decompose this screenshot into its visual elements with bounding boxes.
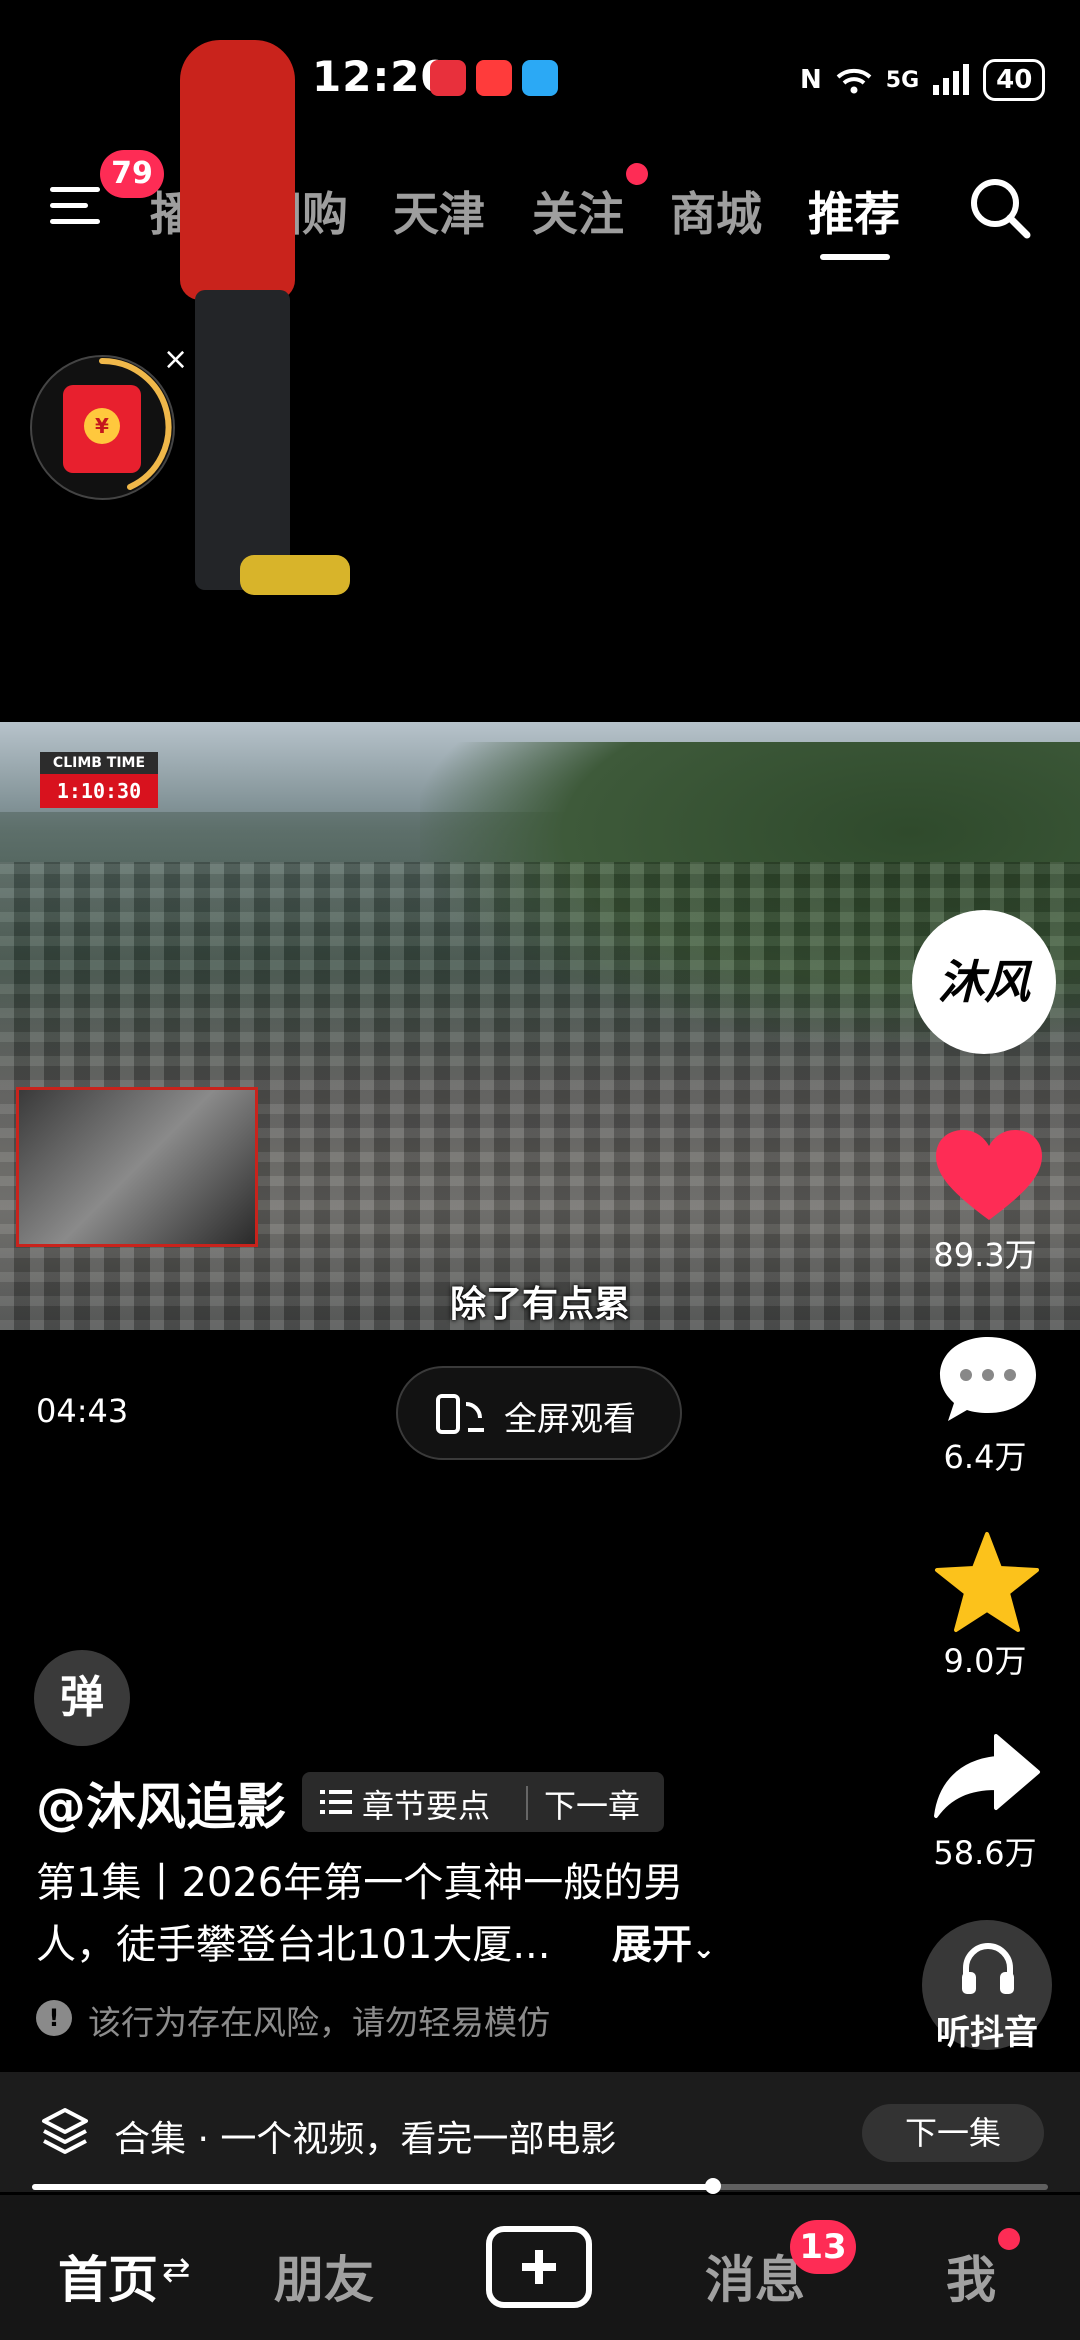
coin-icon: ¥ bbox=[84, 408, 120, 444]
climb-timer-value: 1:10:30 bbox=[40, 774, 158, 808]
notification-dot bbox=[626, 163, 648, 185]
chapter-divider bbox=[526, 1786, 528, 1820]
nav-friends[interactable]: 朋友 bbox=[274, 2240, 374, 2312]
tab-mall[interactable]: 商城 bbox=[670, 178, 762, 244]
share-count: 58.6万 bbox=[933, 1834, 1037, 1872]
listen-label: 听抖音 bbox=[936, 2013, 1038, 2053]
battery-indicator: 40 bbox=[983, 59, 1046, 101]
nav-home[interactable]: 首页 bbox=[58, 2240, 158, 2312]
menu-icon[interactable] bbox=[50, 183, 104, 227]
signal-icon bbox=[933, 64, 970, 95]
notification-dot bbox=[998, 2228, 1020, 2250]
rotate-screen-icon bbox=[436, 1394, 484, 1434]
network-type: 5G bbox=[885, 67, 920, 93]
author-avatar[interactable]: 沐风 bbox=[912, 910, 1056, 1054]
next-chapter-link[interactable]: 下一章 bbox=[544, 1781, 640, 1827]
share-arrow-icon[interactable] bbox=[932, 1732, 1042, 1820]
video-progress-fill bbox=[32, 2184, 713, 2190]
fullscreen-label: 全屏观看 bbox=[504, 1399, 636, 1438]
picture-in-picture-inset bbox=[16, 1087, 258, 1247]
climber-figure bbox=[180, 40, 295, 300]
chapter-summary-link[interactable]: 章节要点 bbox=[362, 1781, 490, 1827]
chevron-down-icon: ⌄ bbox=[692, 1932, 716, 1965]
search-icon[interactable] bbox=[965, 173, 1035, 243]
app-notification-icon bbox=[430, 60, 466, 96]
climb-timer-label: CLIMB TIME bbox=[40, 752, 158, 774]
climber-legs bbox=[195, 290, 290, 590]
warning-icon: ! bbox=[36, 2000, 72, 2036]
video-description-line2: 人，徒手攀登台北101大厦... bbox=[36, 1922, 551, 1968]
collection-layers-icon bbox=[42, 2108, 88, 2154]
swap-icon[interactable]: ⇄ bbox=[162, 2250, 191, 2290]
messages-badge: 13 bbox=[790, 2220, 856, 2274]
headphones-icon bbox=[962, 1943, 1014, 1994]
tab-city[interactable]: 天津 bbox=[393, 178, 485, 244]
collection-title: 合集 · 一个视频，看完一部电影 bbox=[114, 2119, 617, 2160]
video-description-line1: 第1集丨2026年第一个真神一般的男 bbox=[36, 1860, 684, 1906]
app-notification-icon bbox=[522, 60, 558, 96]
nav-me[interactable]: 我 bbox=[946, 2240, 996, 2312]
wifi-icon bbox=[836, 68, 872, 94]
expand-description-button[interactable]: 展开⌄ bbox=[612, 1912, 715, 1970]
author-name[interactable]: @沐风追影 bbox=[36, 1767, 286, 1839]
close-icon[interactable]: × bbox=[163, 342, 188, 377]
favorite-count: 9.0万 bbox=[943, 1642, 1027, 1680]
create-post-button[interactable] bbox=[486, 2226, 592, 2308]
chapter-list-icon bbox=[320, 1790, 352, 1814]
risk-warning: 该行为存在风险，请勿轻易模仿 bbox=[88, 2003, 550, 2042]
active-tab-indicator bbox=[820, 254, 890, 260]
like-heart-icon[interactable] bbox=[934, 1128, 1044, 1224]
favorite-star-icon[interactable] bbox=[932, 1530, 1042, 1634]
like-count: 89.3万 bbox=[933, 1236, 1037, 1274]
next-episode-button[interactable]: 下一集 bbox=[862, 2104, 1044, 2162]
expand-label: 展开 bbox=[612, 1922, 692, 1968]
tab-following[interactable]: 关注 bbox=[532, 178, 624, 244]
video-subtitle: 除了有点累 bbox=[449, 1284, 630, 1325]
nfc-icon: N bbox=[800, 65, 822, 95]
tab-recommend[interactable]: 推荐 bbox=[808, 178, 900, 244]
climber-shoes bbox=[240, 555, 350, 595]
comment-count: 6.4万 bbox=[943, 1438, 1027, 1476]
danmu-toggle-button[interactable]: 弹 bbox=[34, 1650, 130, 1746]
app-notification-icon bbox=[476, 60, 512, 96]
system-indicators: N 5G 40 bbox=[800, 56, 1046, 104]
plus-icon bbox=[522, 2250, 556, 2284]
video-duration: 04:43 bbox=[36, 1392, 129, 1430]
comment-icon[interactable] bbox=[936, 1333, 1040, 1425]
video-progress-thumb[interactable] bbox=[705, 2178, 721, 2194]
